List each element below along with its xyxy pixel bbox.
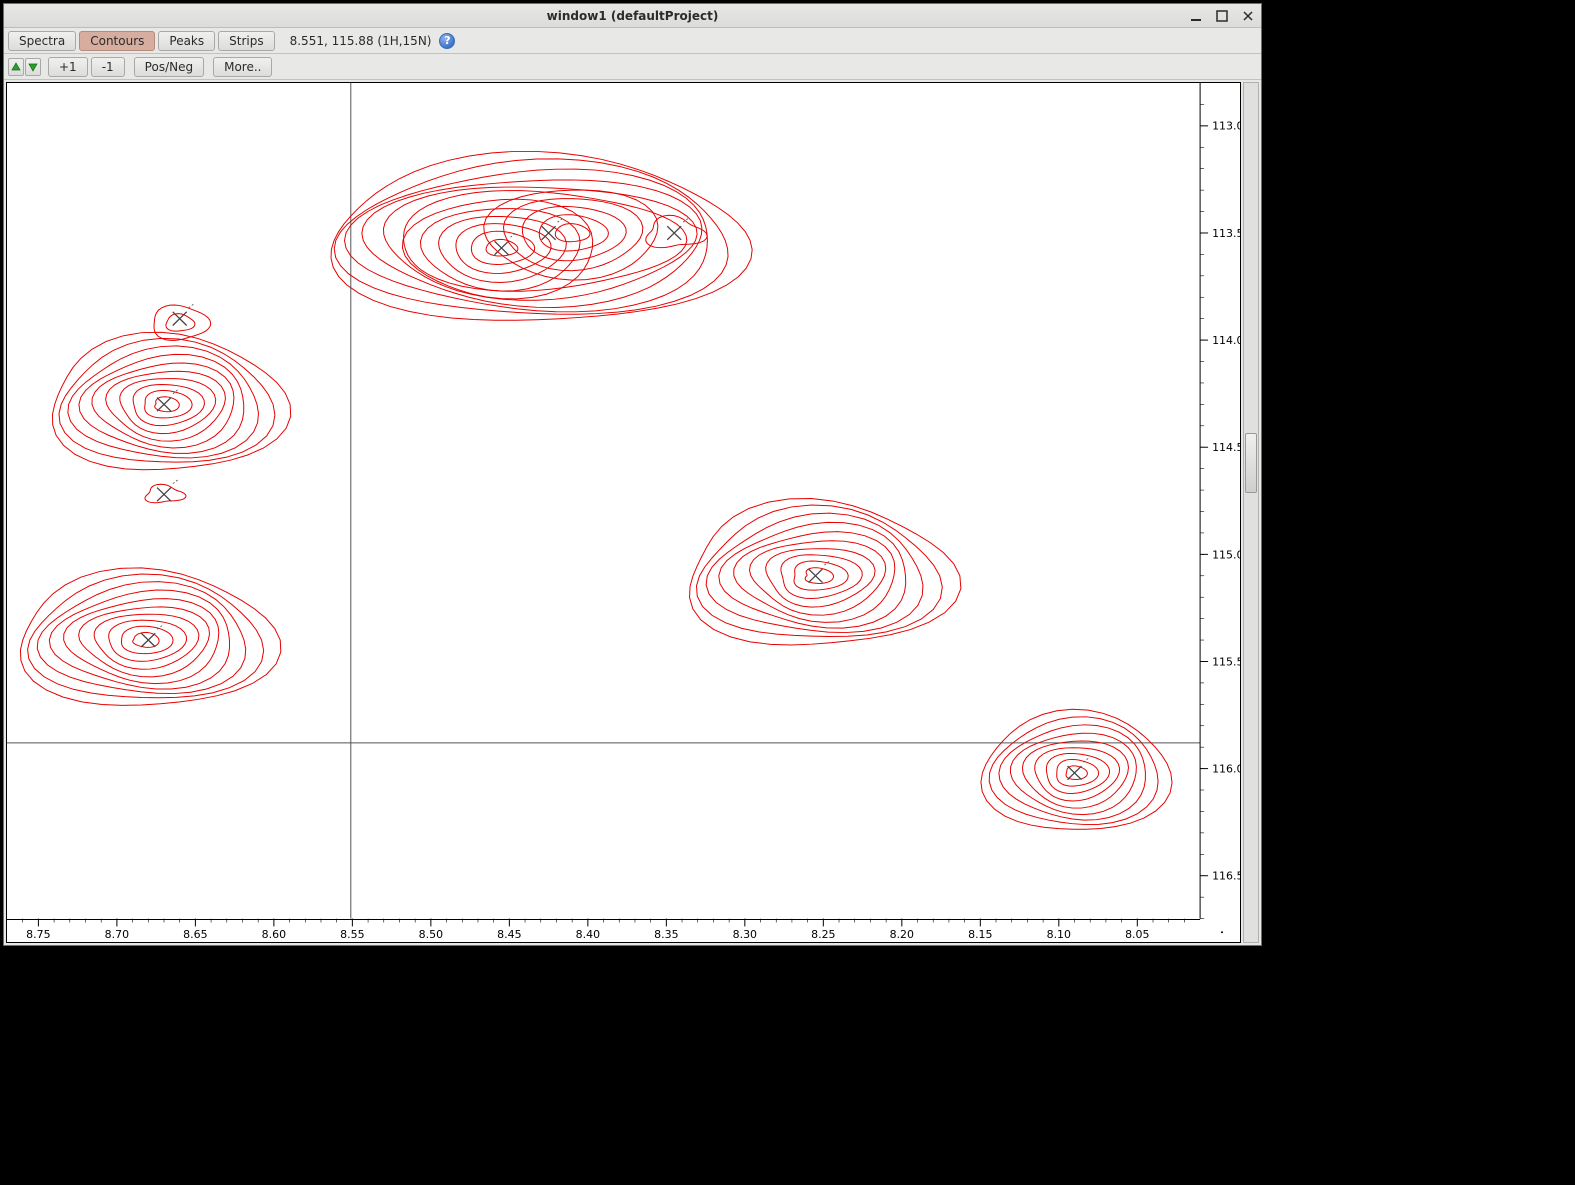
- svg-text:116.0: 116.0: [1212, 763, 1240, 776]
- svg-text:8.10: 8.10: [1047, 928, 1072, 941]
- svg-text:113.0: 113.0: [1212, 120, 1240, 133]
- svg-text:115.0: 115.0: [1212, 548, 1240, 561]
- svg-text:114.5: 114.5: [1212, 441, 1240, 454]
- arrow-up-button[interactable]: [8, 58, 24, 76]
- svg-text:116.5: 116.5: [1212, 870, 1240, 883]
- window-controls: [1189, 4, 1255, 28]
- svg-text:8.50: 8.50: [419, 928, 444, 941]
- contour-plot[interactable]: 8.75 8.70 8.65 8.60 8.55 8.50 8.45 8.40 8.35 8.30…: [6, 82, 1241, 943]
- plus-one-button[interactable]: +1: [48, 57, 88, 77]
- svg-text:113.5: 113.5: [1212, 227, 1240, 240]
- arrow-down-button[interactable]: [25, 58, 41, 76]
- svg-text:8.25: 8.25: [811, 928, 835, 941]
- svg-text:8.35: 8.35: [654, 928, 678, 941]
- plot-svg[interactable]: 8.75 8.70 8.65 8.60 8.55 8.50 8.45 8.40 8.35 8.30…: [7, 83, 1240, 942]
- svg-text:8.55: 8.55: [340, 928, 364, 941]
- window-title: window1 (defaultProject): [547, 9, 719, 23]
- more-button[interactable]: More..: [213, 57, 272, 77]
- peaks-button[interactable]: Peaks: [158, 31, 215, 51]
- app-window: window1 (defaultProject) Spectra Contour…: [3, 3, 1262, 946]
- minus-one-button[interactable]: -1: [91, 57, 125, 77]
- maximize-button[interactable]: [1215, 9, 1229, 23]
- svg-text:8.75: 8.75: [26, 928, 50, 941]
- spectra-button[interactable]: Spectra: [8, 31, 76, 51]
- close-button[interactable]: [1241, 9, 1255, 23]
- svg-text:8.05: 8.05: [1125, 928, 1149, 941]
- svg-text:8.45: 8.45: [497, 928, 521, 941]
- vertical-scrollbar[interactable]: [1243, 82, 1259, 943]
- svg-text:8.30: 8.30: [733, 928, 758, 941]
- toolbar-secondary: +1 -1 Pos/Neg More..: [4, 54, 1261, 80]
- minimize-button[interactable]: [1189, 9, 1203, 23]
- canvas-area: 8.75 8.70 8.65 8.60 8.55 8.50 8.45 8.40 8.35 8.30…: [4, 80, 1261, 945]
- svg-text:8.70: 8.70: [105, 928, 130, 941]
- svg-text:8.20: 8.20: [890, 928, 915, 941]
- svg-text:8.40: 8.40: [576, 928, 601, 941]
- cursor-readout: 8.551, 115.88 (1H,15N): [290, 34, 432, 48]
- svg-text:8.15: 8.15: [968, 928, 992, 941]
- contours-button[interactable]: Contours: [79, 31, 155, 51]
- svg-text:8.60: 8.60: [262, 928, 287, 941]
- titlebar[interactable]: window1 (defaultProject): [4, 4, 1261, 28]
- scrollbar-thumb[interactable]: [1245, 433, 1257, 493]
- posneg-button[interactable]: Pos/Neg: [134, 57, 204, 77]
- svg-text:8.65: 8.65: [183, 928, 207, 941]
- strips-button[interactable]: Strips: [218, 31, 274, 51]
- svg-text:115.5: 115.5: [1212, 655, 1240, 668]
- help-icon[interactable]: ?: [439, 33, 455, 49]
- svg-text:114.0: 114.0: [1212, 334, 1240, 347]
- toolbar-primary: Spectra Contours Peaks Strips 8.551, 115…: [4, 28, 1261, 54]
